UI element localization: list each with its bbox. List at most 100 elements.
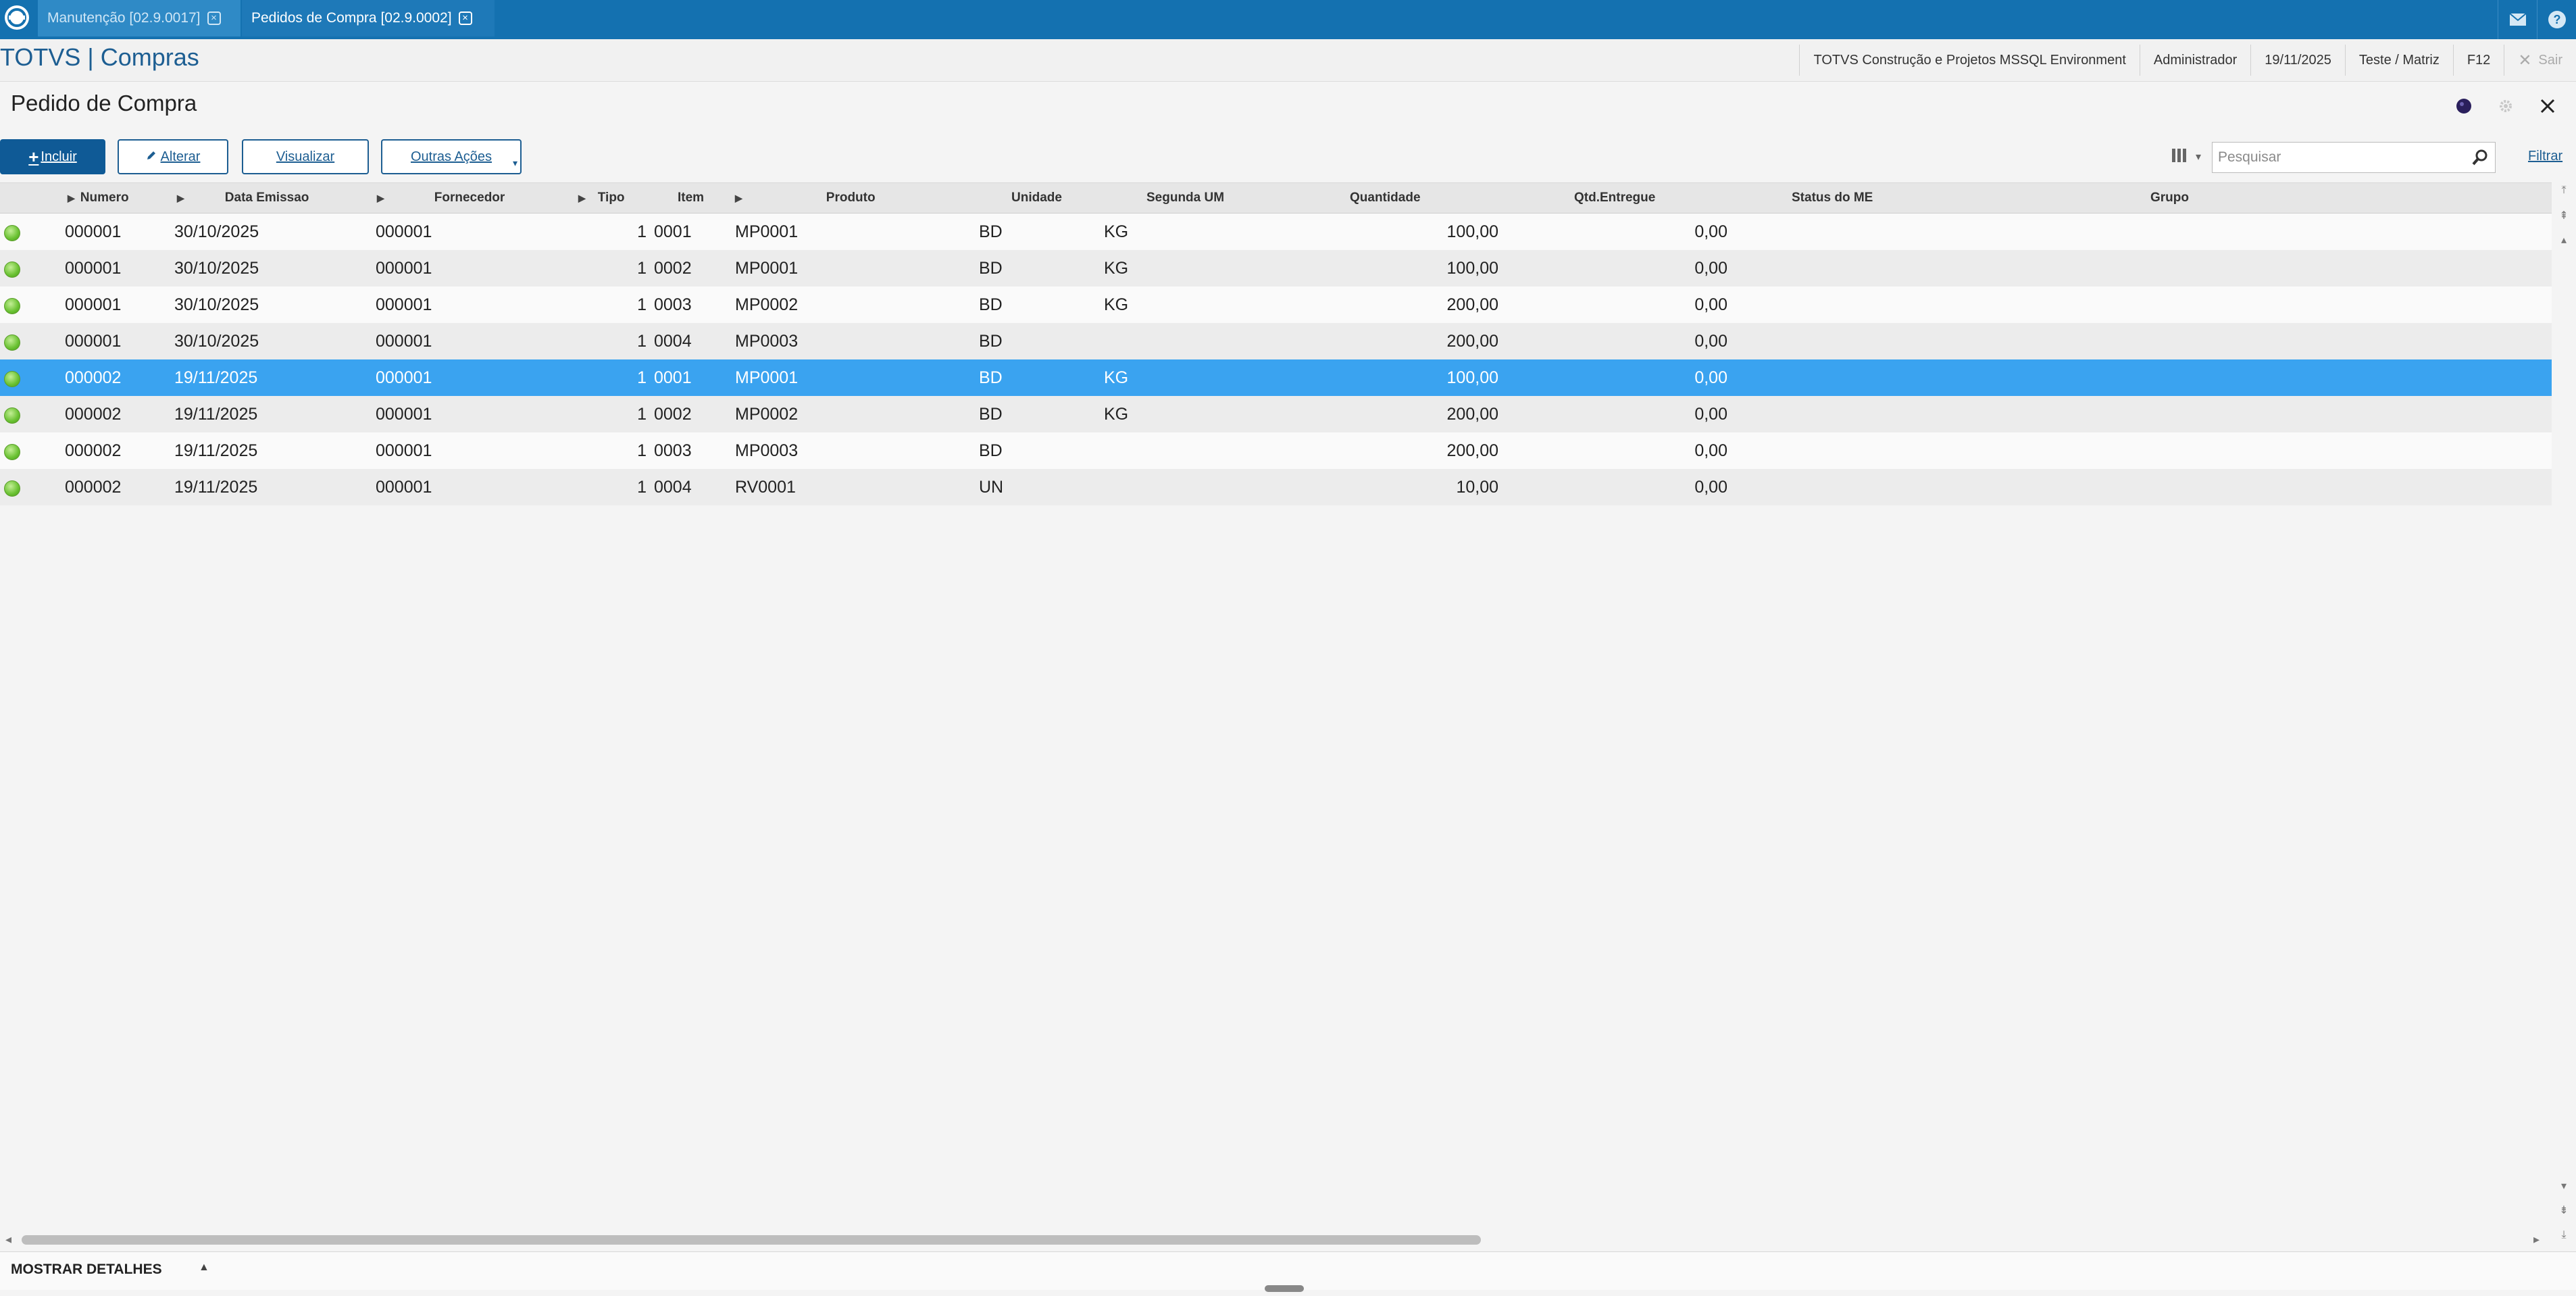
column-header-qtd-entregue[interactable]: Qtd.Entregue: [1574, 183, 1655, 213]
close-icon[interactable]: [2536, 95, 2559, 118]
sort-arrow-icon: ▶: [578, 193, 586, 203]
cell-produto: MP0002: [735, 405, 799, 424]
cell-produto: MP0003: [735, 441, 799, 460]
cell-fornecedor: 000001: [376, 368, 432, 387]
view-label: Visualizar: [276, 149, 335, 164]
table-row[interactable]: 000001 30/10/2025 000001 1 0002 MP0001 BD KG 100…: [0, 250, 2552, 286]
table-row[interactable]: 000002 19/11/2025 000001 1 0003 MP0003 BD 200,0…: [0, 432, 2552, 469]
column-header-status-me[interactable]: Status do ME: [1792, 183, 1873, 213]
status-legend-icon[interactable]: [4, 261, 20, 278]
exit-button[interactable]: ✕ Sair: [2504, 45, 2576, 76]
filter-link[interactable]: Filtrar: [2528, 149, 2562, 164]
scroll-top-icon[interactable]: ⤒: [2556, 182, 2572, 199]
more-actions-button[interactable]: Outras Ações ▾: [381, 139, 522, 174]
tab-label: Manutenção [02.9.0017]: [47, 10, 201, 26]
cell-quantidade: 200,00: [1446, 295, 1498, 314]
search-input[interactable]: [2212, 142, 2496, 173]
scroll-down-icon[interactable]: ▾: [2556, 1178, 2572, 1195]
status-legend-icon[interactable]: [4, 371, 20, 387]
mail-icon[interactable]: [2498, 0, 2537, 39]
totvs-logo-icon[interactable]: [0, 0, 34, 35]
sort-arrow-icon: ▶: [68, 193, 75, 203]
horizontal-scrollbar[interactable]: ◂ ▸: [0, 1228, 2552, 1251]
include-label: Incluir: [41, 149, 77, 164]
cell-qtd-entregue: 0,00: [1694, 441, 1727, 460]
column-header-fornecedor[interactable]: ▶ Fornecedor: [377, 183, 505, 213]
show-details-toggle[interactable]: MOSTRAR DETALHES: [11, 1262, 162, 1278]
cell-fornecedor: 000001: [376, 405, 432, 424]
scroll-page-up-icon[interactable]: ⇞: [2556, 208, 2572, 224]
cell-numero: 000002: [65, 441, 122, 460]
pencil-icon: [146, 149, 157, 165]
scroll-left-icon[interactable]: ◂: [5, 1232, 11, 1247]
tab-pedidos-de-compra[interactable]: Pedidos de Compra [02.9.0002] ×: [242, 0, 495, 36]
system-date[interactable]: 19/11/2025: [2250, 45, 2345, 76]
cell-qtd-entregue: 0,00: [1694, 332, 1727, 351]
tab-manutencao[interactable]: Manutenção [02.9.0017] ×: [38, 0, 241, 36]
column-header-numero[interactable]: ▶ Numero: [68, 183, 129, 213]
cell-produto: MP0001: [735, 259, 799, 278]
branch-name[interactable]: Teste / Matriz: [2344, 45, 2453, 76]
status-legend-icon[interactable]: [4, 298, 20, 314]
svg-text:?: ?: [2554, 13, 2561, 26]
column-selector[interactable]: ▾: [2163, 142, 2209, 172]
column-header-tipo[interactable]: ▶ Tipo: [578, 183, 625, 213]
resize-handle[interactable]: [1265, 1285, 1304, 1292]
status-legend-icon[interactable]: [4, 407, 20, 424]
cell-unidade: BD: [979, 259, 1003, 278]
column-header-segunda-um[interactable]: Segunda UM: [1146, 183, 1224, 213]
cell-produto: MP0003: [735, 332, 799, 351]
cell-numero: 000002: [65, 405, 122, 424]
details-footer: MOSTRAR DETALHES ▲: [0, 1251, 2576, 1290]
columns-icon: [2171, 147, 2190, 167]
cell-quantidade: 100,00: [1446, 222, 1498, 241]
cell-produto: MP0002: [735, 295, 799, 314]
f12-button[interactable]: F12: [2452, 45, 2504, 76]
column-header-grupo[interactable]: Grupo: [2150, 183, 2189, 213]
vertical-scrollbar[interactable]: ⤒ ⇞ ▴ ▾ ⇟ ⤓: [2552, 182, 2576, 1250]
cell-data: 19/11/2025: [174, 441, 258, 460]
scroll-right-icon[interactable]: ▸: [2533, 1232, 2540, 1247]
status-legend-icon[interactable]: [4, 334, 20, 351]
status-legend-icon[interactable]: [4, 480, 20, 497]
column-header-produto[interactable]: ▶ Produto: [735, 183, 876, 213]
status-indicator-icon[interactable]: [2452, 95, 2475, 118]
table-row[interactable]: 000001 30/10/2025 000001 1 0004 MP0003 BD 200,0…: [0, 323, 2552, 359]
help-icon[interactable]: ?: [2537, 0, 2576, 39]
cell-numero: 000001: [65, 332, 122, 351]
orders-grid: ▶ Numero ▶ Data Emissao ▶ Fornecedor ▶ Tipo …: [0, 182, 2552, 505]
view-button[interactable]: Visualizar: [242, 139, 369, 174]
column-header-unidade[interactable]: Unidade: [1011, 183, 1062, 213]
plus-icon: +: [28, 146, 39, 167]
cell-unidade: BD: [979, 405, 1003, 424]
chevron-up-icon[interactable]: ▲: [199, 1262, 209, 1274]
scroll-page-down-icon[interactable]: ⇟: [2556, 1203, 2572, 1219]
include-button[interactable]: + Incluir: [0, 139, 105, 174]
table-row[interactable]: 000001 30/10/2025 000001 1 0001 MP0001 BD KG 100…: [0, 214, 2552, 250]
search-icon[interactable]: [2469, 146, 2492, 169]
column-header-item[interactable]: Item: [678, 183, 704, 213]
environment-info: TOTVS Construção e Projetos MSSQL Enviro…: [1799, 45, 2576, 76]
status-legend-icon[interactable]: [4, 444, 20, 460]
edit-button[interactable]: Alterar: [118, 139, 228, 174]
grid-header: ▶ Numero ▶ Data Emissao ▶ Fornecedor ▶ Tipo …: [0, 182, 2552, 214]
scroll-up-icon[interactable]: ▴: [2556, 232, 2572, 249]
table-row[interactable]: 000002 19/11/2025 000001 1 0002 MP0002 BD KG 200…: [0, 396, 2552, 432]
cell-unidade: UN: [979, 478, 1004, 497]
gear-icon[interactable]: [2494, 95, 2517, 118]
environment-name[interactable]: TOTVS Construção e Projetos MSSQL Enviro…: [1799, 45, 2139, 76]
status-legend-icon[interactable]: [4, 225, 20, 241]
column-header-quantidade[interactable]: Quantidade: [1350, 183, 1421, 213]
column-header-data-emissao[interactable]: ▶ Data Emissao: [177, 183, 309, 213]
close-icon[interactable]: ×: [458, 11, 472, 25]
close-icon[interactable]: ×: [207, 11, 221, 25]
user-name[interactable]: Administrador: [2139, 45, 2250, 76]
scroll-bottom-icon[interactable]: ⤓: [2556, 1227, 2572, 1243]
table-row[interactable]: 000001 30/10/2025 000001 1 0003 MP0002 BD KG 200…: [0, 286, 2552, 323]
sort-arrow-icon: ▶: [735, 193, 742, 203]
table-row[interactable]: 000002 19/11/2025 000001 1 0001 MP0001 BD KG 100…: [0, 359, 2552, 396]
cell-numero: 000001: [65, 222, 122, 241]
cell-segunda-um: KG: [1104, 259, 1129, 278]
table-row[interactable]: 000002 19/11/2025 000001 1 0004 RV0001 UN 10,00…: [0, 469, 2552, 505]
horizontal-scroll-thumb[interactable]: [22, 1235, 1481, 1245]
